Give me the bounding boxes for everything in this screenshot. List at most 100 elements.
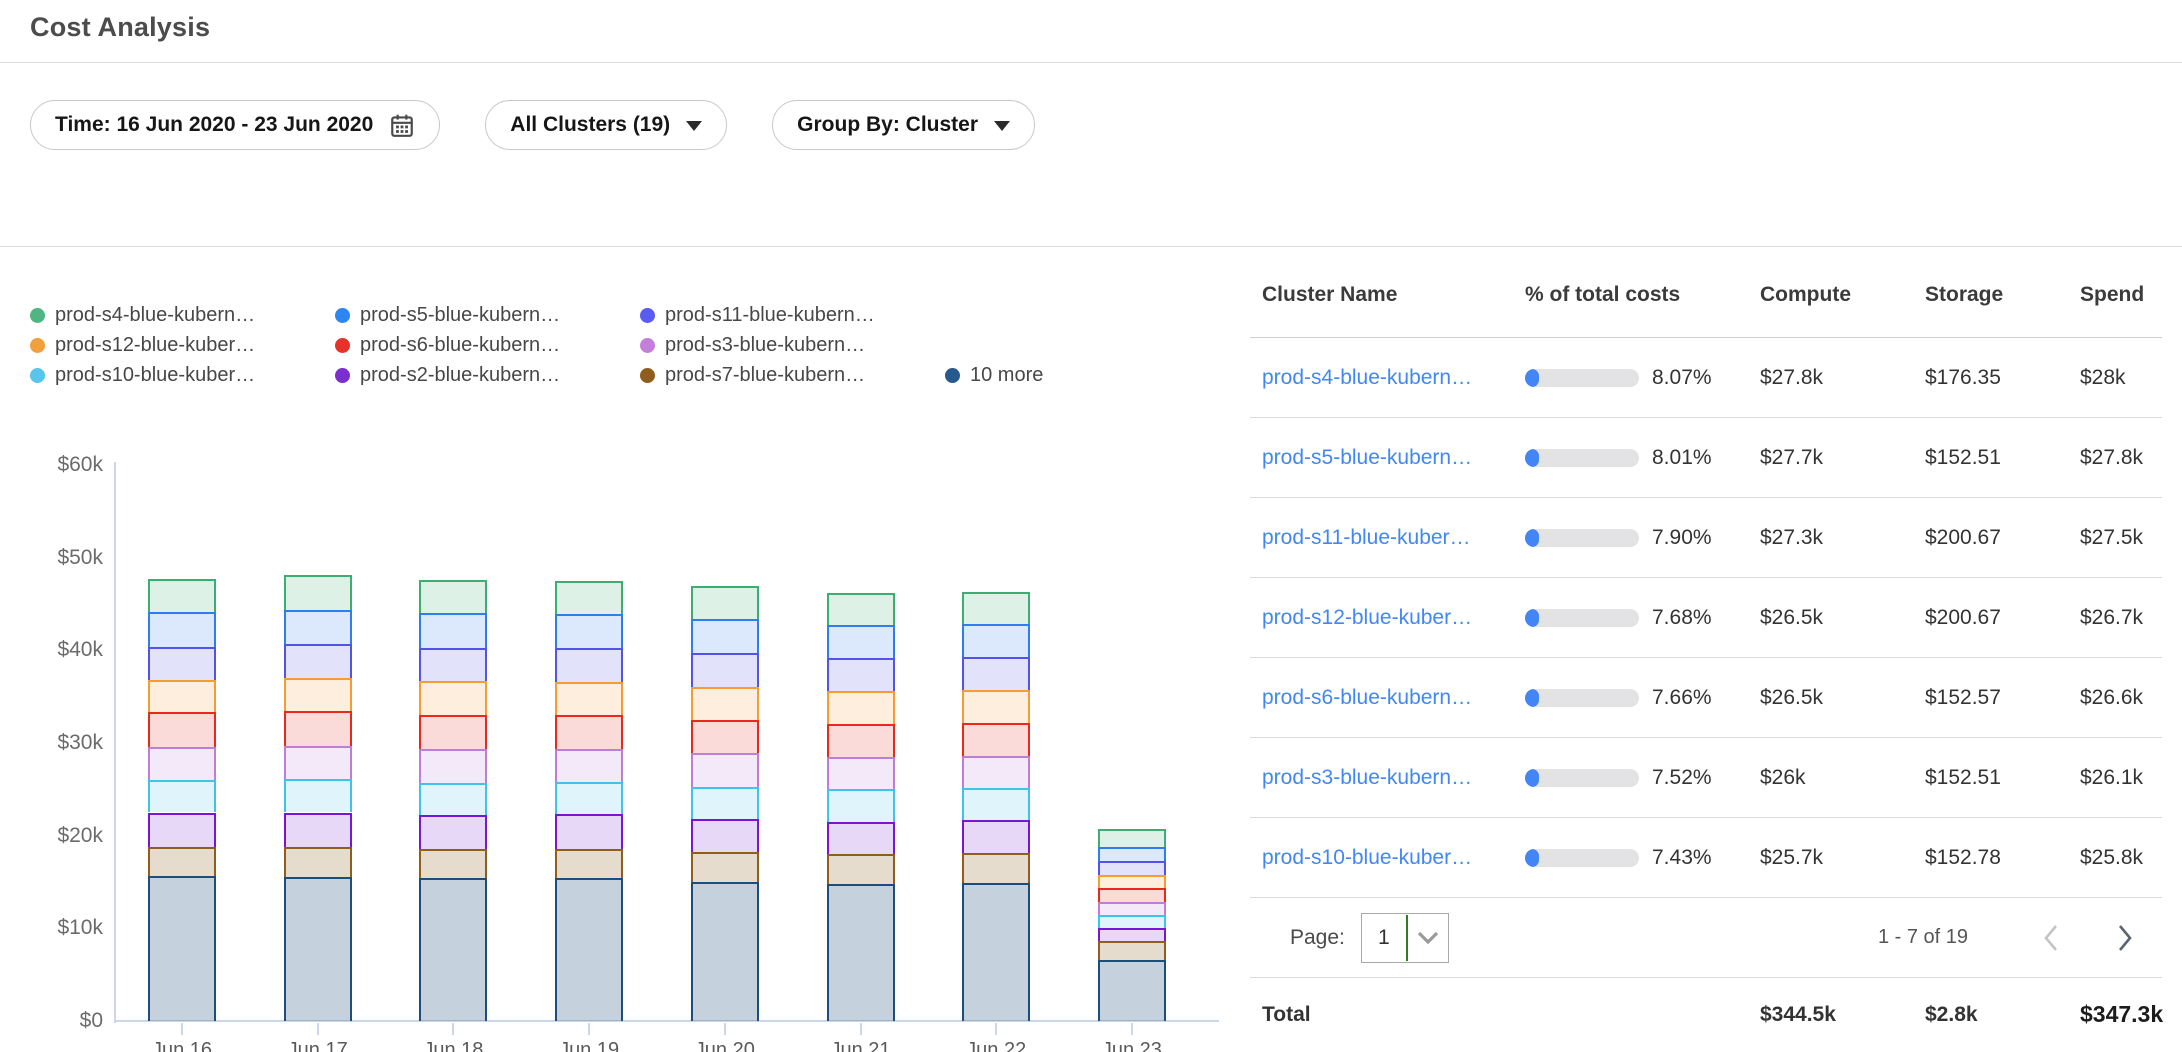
bar-segment[interactable] (962, 657, 1030, 690)
bar-segment[interactable] (962, 853, 1030, 883)
bar-segment[interactable] (691, 653, 759, 687)
cluster-name-link[interactable]: prod-s11-blue-kuber… (1262, 526, 1525, 550)
bar-segment[interactable] (1098, 829, 1166, 847)
bar-segment[interactable] (148, 680, 216, 712)
legend-item[interactable]: prod-s10-blue-kuber… (30, 360, 335, 390)
bar-segment[interactable] (1098, 847, 1166, 861)
bar-segment[interactable] (419, 815, 487, 848)
bar-segment[interactable] (962, 624, 1030, 656)
next-page-button[interactable] (2112, 922, 2138, 954)
bar-segment[interactable] (419, 878, 487, 1021)
bar-segment[interactable] (284, 813, 352, 847)
bar-segment[interactable] (555, 715, 623, 748)
cluster-name-link[interactable]: prod-s4-blue-kubern… (1262, 366, 1525, 390)
bar-segment[interactable] (827, 854, 895, 884)
bar-segment[interactable] (1098, 875, 1166, 889)
legend-item[interactable]: prod-s2-blue-kubern… (335, 360, 640, 390)
bar-segment[interactable] (284, 575, 352, 609)
bar-segment[interactable] (419, 648, 487, 681)
cluster-name-link[interactable]: prod-s12-blue-kuber… (1262, 606, 1525, 630)
bar-segment[interactable] (419, 783, 487, 815)
time-range-filter-button[interactable]: Time: 16 Jun 2020 - 23 Jun 2020 (30, 100, 440, 150)
clusters-filter-button[interactable]: All Clusters (19) (485, 100, 727, 150)
bar-segment[interactable] (284, 779, 352, 812)
bar-segment[interactable] (827, 724, 895, 757)
bar-segment[interactable] (962, 690, 1030, 722)
bar-segment[interactable] (1098, 941, 1166, 960)
bar-segment[interactable] (962, 592, 1030, 624)
bar-segment[interactable] (827, 691, 895, 723)
bar-segment[interactable] (148, 579, 216, 612)
bar-segment[interactable] (148, 847, 216, 877)
legend-item[interactable]: prod-s3-blue-kubern… (640, 330, 945, 360)
bar-segment[interactable] (962, 820, 1030, 853)
bar-segment[interactable] (691, 787, 759, 819)
bar-segment[interactable] (691, 819, 759, 852)
bar-segment[interactable] (148, 747, 216, 780)
bar-segment[interactable] (691, 687, 759, 719)
legend-item[interactable]: prod-s11-blue-kubern… (640, 300, 945, 330)
bar-segment[interactable] (284, 877, 352, 1021)
bar-segment[interactable] (827, 884, 895, 1021)
bar-segment[interactable] (1098, 902, 1166, 915)
bar-segment[interactable] (419, 613, 487, 647)
cluster-name-link[interactable]: prod-s3-blue-kubern… (1262, 766, 1525, 790)
bar-segment[interactable] (284, 711, 352, 745)
bar-segment[interactable] (1098, 960, 1166, 1021)
legend-item[interactable]: prod-s4-blue-kubern… (30, 300, 335, 330)
bar-segment[interactable] (827, 658, 895, 691)
bar-segment[interactable] (555, 614, 623, 647)
page-select[interactable]: 1 (1361, 913, 1449, 963)
legend-item[interactable]: 10 more (945, 360, 1043, 390)
bar-segment[interactable] (555, 749, 623, 782)
cluster-name-link[interactable]: prod-s10-blue-kuber… (1262, 846, 1525, 870)
bar-segment[interactable] (962, 788, 1030, 820)
bar-segment[interactable] (148, 780, 216, 812)
bar-segment[interactable] (1098, 915, 1166, 928)
bar-segment[interactable] (827, 625, 895, 657)
bar-segment[interactable] (827, 822, 895, 854)
bar-segment[interactable] (419, 681, 487, 715)
bar-segment[interactable] (691, 753, 759, 786)
bar-segment[interactable] (148, 813, 216, 847)
bar-segment[interactable] (691, 619, 759, 653)
bar-segment[interactable] (419, 749, 487, 782)
legend-item[interactable]: prod-s5-blue-kubern… (335, 300, 640, 330)
bar-segment[interactable] (555, 782, 623, 814)
bar-segment[interactable] (284, 746, 352, 779)
bar-segment[interactable] (691, 720, 759, 753)
legend-item[interactable]: prod-s12-blue-kuber… (30, 330, 335, 360)
bar-segment[interactable] (691, 852, 759, 882)
bar-segment[interactable] (148, 612, 216, 646)
cluster-name-link[interactable]: prod-s6-blue-kubern… (1262, 686, 1525, 710)
bar-segment[interactable] (148, 876, 216, 1021)
legend-item[interactable]: prod-s6-blue-kubern… (335, 330, 640, 360)
bar-segment[interactable] (284, 678, 352, 711)
bar-segment[interactable] (555, 878, 623, 1021)
previous-page-button[interactable] (2038, 922, 2064, 954)
bar-segment[interactable] (962, 723, 1030, 756)
cluster-name-link[interactable]: prod-s5-blue-kubern… (1262, 446, 1525, 470)
bar-segment[interactable] (555, 849, 623, 879)
bar-segment[interactable] (148, 647, 216, 680)
bar-segment[interactable] (691, 586, 759, 618)
bar-segment[interactable] (555, 814, 623, 848)
bar-segment[interactable] (827, 789, 895, 821)
bar-segment[interactable] (284, 644, 352, 678)
bar-segment[interactable] (1098, 861, 1166, 875)
bar-segment[interactable] (284, 610, 352, 644)
bar-segment[interactable] (1098, 928, 1166, 941)
bar-segment[interactable] (555, 682, 623, 715)
bar-segment[interactable] (419, 580, 487, 613)
bar-segment[interactable] (962, 883, 1030, 1021)
bar-segment[interactable] (284, 847, 352, 878)
group-by-filter-button[interactable]: Group By: Cluster (772, 100, 1035, 150)
bar-segment[interactable] (1098, 888, 1166, 902)
bar-segment[interactable] (962, 756, 1030, 788)
bar-segment[interactable] (555, 648, 623, 682)
bar-segment[interactable] (419, 849, 487, 879)
legend-item[interactable]: prod-s7-blue-kubern… (640, 360, 945, 390)
bar-segment[interactable] (419, 715, 487, 749)
bar-segment[interactable] (691, 882, 759, 1021)
bar-segment[interactable] (827, 593, 895, 625)
